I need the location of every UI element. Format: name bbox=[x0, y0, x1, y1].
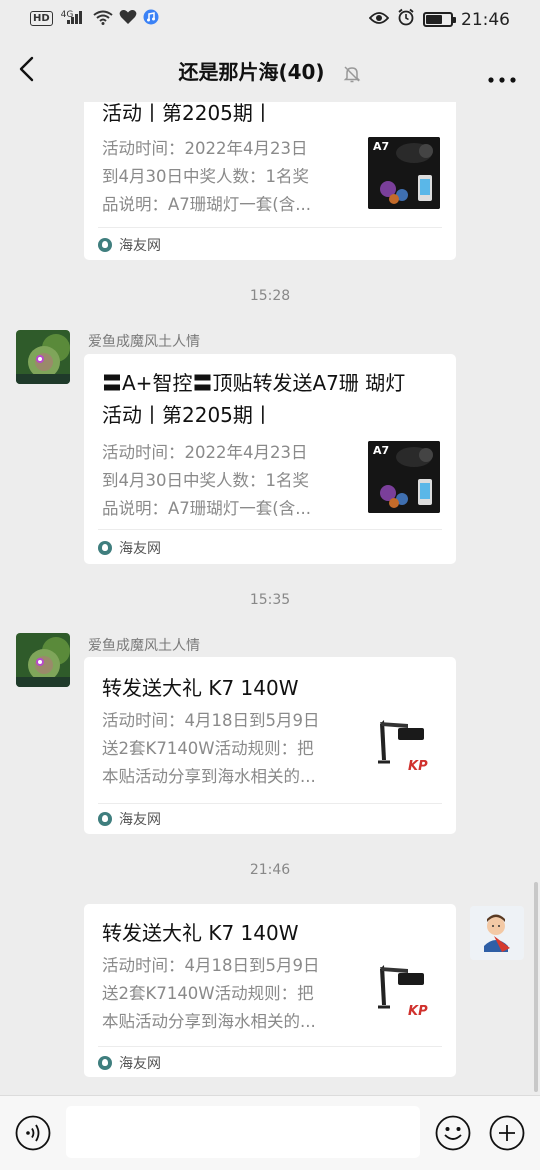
plus-icon[interactable] bbox=[489, 1115, 525, 1151]
voice-icon[interactable] bbox=[15, 1115, 51, 1151]
my-avatar[interactable] bbox=[470, 906, 524, 960]
link-card[interactable]: 转发送大礼 K7 140W 活动时间：4月18日到5月9日 送2套K7140W活… bbox=[84, 657, 456, 834]
source-name: 海友网 bbox=[119, 1056, 161, 1072]
time-stamp: 21:46 bbox=[249, 862, 291, 878]
card-title-line: 〓A+智控〓顶贴转发送A7珊 瑚灯 bbox=[102, 371, 406, 395]
source-app-icon bbox=[98, 1056, 112, 1070]
link-card[interactable]: 活动丨第2205期丨 活动时间：2022年4月23日 到4月30日中奖人数：1名… bbox=[84, 102, 456, 260]
clock-time: 21:46 bbox=[461, 9, 510, 30]
card-desc-line: 本贴活动分享到海水相关的... bbox=[102, 1012, 316, 1031]
card-thumbnail: A7 bbox=[368, 441, 440, 513]
time-stamp: 15:28 bbox=[249, 288, 291, 304]
card-thumbnail: KP K7 bbox=[368, 712, 440, 784]
card-desc-line: 品说明：A7珊瑚灯一套(含... bbox=[102, 499, 311, 518]
card-title: 活动丨第2205期丨 bbox=[102, 102, 273, 125]
status-bar: HD 4G 21:46 bbox=[0, 0, 540, 38]
card-desc-line: 活动时间：4月18日到5月9日 bbox=[102, 956, 320, 975]
card-desc-line: 到4月30日中奖人数：1名奖 bbox=[102, 167, 309, 186]
emoji-icon[interactable] bbox=[435, 1115, 471, 1151]
chat-title[interactable]: 还是那片海(40) bbox=[178, 60, 324, 84]
battery-icon bbox=[423, 12, 456, 27]
card-desc-line: 到4月30日中奖人数：1名奖 bbox=[102, 471, 309, 490]
status-right: 21:46 bbox=[368, 8, 510, 31]
thumb-label: A7 bbox=[373, 444, 390, 457]
card-desc-line: 送2套K7140W活动规则：把 bbox=[102, 984, 314, 1003]
card-divider bbox=[98, 529, 442, 530]
card-divider bbox=[98, 803, 442, 804]
mute-bell-icon bbox=[342, 64, 362, 84]
heart-icon bbox=[119, 9, 137, 28]
card-desc-line: 本贴活动分享到海水相关的... bbox=[102, 767, 316, 786]
sender-name: 爱鱼成魔风土人情 bbox=[88, 638, 200, 654]
chat-header: 还是那片海(40) bbox=[0, 38, 540, 102]
avatar[interactable] bbox=[16, 633, 70, 687]
status-left: HD 4G bbox=[30, 9, 159, 28]
link-card[interactable]: 〓A+智控〓顶贴转发送A7珊 瑚灯 活动丨第2205期丨 活动时间：2022年4… bbox=[84, 354, 456, 564]
message-input[interactable] bbox=[66, 1106, 420, 1158]
link-card[interactable]: 转发送大礼 K7 140W 活动时间：4月18日到5月9日 送2套K7140W活… bbox=[84, 904, 456, 1077]
card-divider bbox=[98, 1046, 442, 1047]
source-app-icon bbox=[98, 238, 112, 252]
card-desc-line: 活动时间：2022年4月23日 bbox=[102, 443, 308, 462]
wifi-icon bbox=[93, 10, 113, 28]
music-app-icon bbox=[143, 9, 159, 28]
more-dots-icon[interactable] bbox=[488, 68, 516, 83]
source-name: 海友网 bbox=[119, 238, 161, 254]
card-title-line: 活动丨第2205期丨 bbox=[102, 403, 273, 427]
thumb-label: K7 bbox=[368, 712, 369, 713]
card-thumbnail: A7 bbox=[368, 137, 440, 209]
message-list[interactable]: 活动丨第2205期丨 活动时间：2022年4月23日 到4月30日中奖人数：1名… bbox=[0, 102, 540, 1095]
svg-text:KP: KP bbox=[408, 759, 428, 774]
thumb-label: A7 bbox=[373, 140, 390, 153]
signal-label: 4G bbox=[60, 9, 74, 20]
card-desc-line: 送2套K7140W活动规则：把 bbox=[102, 739, 314, 758]
eye-icon bbox=[368, 10, 390, 30]
thumb-label: K7 bbox=[368, 957, 369, 958]
scrollbar[interactable] bbox=[534, 882, 538, 1092]
card-source: 海友网 bbox=[98, 1053, 161, 1073]
card-thumbnail: KP K7 bbox=[368, 957, 440, 1029]
sender-name: 爱鱼成魔风土人情 bbox=[88, 334, 200, 350]
input-bar bbox=[0, 1095, 540, 1170]
svg-text:KP: KP bbox=[408, 1004, 428, 1019]
card-source: 海友网 bbox=[98, 809, 161, 829]
card-source: 海友网 bbox=[98, 235, 161, 255]
card-title: 转发送大礼 K7 140W bbox=[102, 921, 299, 945]
card-desc-line: 活动时间：4月18日到5月9日 bbox=[102, 711, 320, 730]
source-app-icon bbox=[98, 541, 112, 555]
source-name: 海友网 bbox=[119, 812, 161, 828]
card-source: 海友网 bbox=[98, 538, 161, 558]
card-desc-line: 活动时间：2022年4月23日 bbox=[102, 139, 308, 158]
hd-badge: HD bbox=[30, 11, 53, 26]
source-name: 海友网 bbox=[119, 541, 161, 557]
time-stamp: 15:35 bbox=[249, 592, 291, 608]
avatar[interactable] bbox=[16, 330, 70, 384]
source-app-icon bbox=[98, 812, 112, 826]
alarm-icon bbox=[397, 8, 415, 31]
card-title: 转发送大礼 K7 140W bbox=[102, 676, 299, 700]
card-divider bbox=[98, 227, 442, 228]
chat-title-wrap: 还是那片海(40) bbox=[0, 56, 540, 85]
card-desc-line: 品说明：A7珊瑚灯一套(含... bbox=[102, 195, 311, 214]
